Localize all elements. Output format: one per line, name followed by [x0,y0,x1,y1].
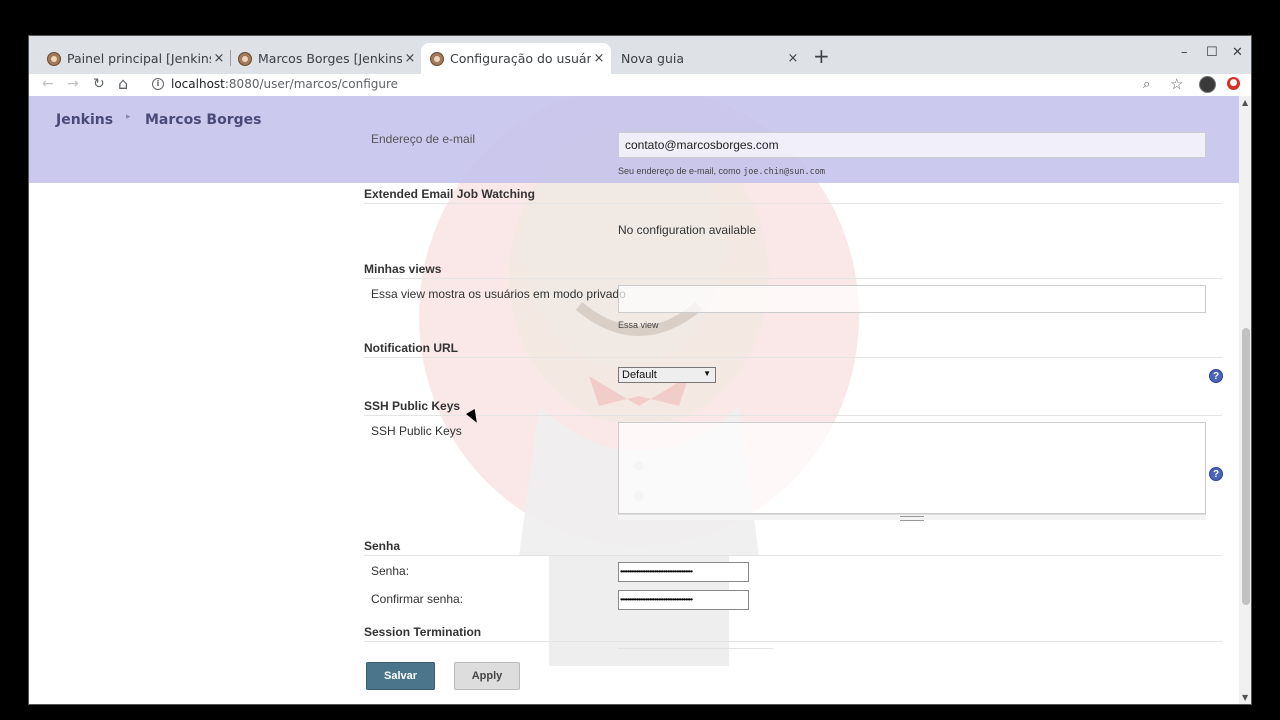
scrollbar-thumb[interactable] [1242,328,1250,605]
tab-title: Marcos Borges [Jenkins] [258,51,402,66]
help-icon[interactable]: ? [1209,369,1223,383]
page-content: Jenkins ▸ Marcos Borges Endereço de e-ma… [29,96,1251,704]
back-button[interactable]: ← [42,76,54,92]
extension-icon[interactable]: ● [1227,77,1240,90]
address-bar[interactable]: localhost:8080/user/marcos/configure [171,77,398,91]
tab-close-icon[interactable]: × [785,51,801,66]
apply-button[interactable]: Apply [454,662,520,690]
password-field[interactable]: •••••••••••••••••••••••••••••••••••••••• [618,562,749,582]
tab-painel-principal[interactable]: Painel principal [Jenkins] × [47,43,227,74]
forward-button[interactable]: → [67,76,79,92]
zoom-icon[interactable]: ⌕ [1143,77,1150,92]
section-ssh-public-keys: SSH Public Keys [364,399,461,413]
email-label: Endereço de e-mail [371,132,476,146]
confirm-password-field[interactable]: •••••••••••••••••••••••••••••••••••••••• [618,590,749,610]
minimize-button[interactable]: – [1181,45,1188,60]
url-host: localhost [171,77,225,91]
section-divider [364,357,1222,358]
dropdown-arrow-icon: ▼ [703,369,711,378]
scroll-up-icon[interactable]: ▲ [1242,98,1248,107]
email-hint: Seu endereço de e-mail, como joe.chin@su… [618,166,825,177]
jenkins-favicon-icon [430,51,444,66]
no-config-message: No configuration available [618,223,757,237]
star-icon[interactable]: ☆ [1170,75,1183,93]
tab-close-icon[interactable]: × [591,51,607,66]
help-icon[interactable]: ? [1209,467,1223,481]
breadcrumb-separator-icon: ▸ [126,112,131,122]
reload-button[interactable]: ↻ [93,76,105,92]
save-button[interactable]: Salvar [366,662,435,690]
url-path: :8080/user/marcos/configure [224,77,399,91]
section-notification-url: Notification URL [364,341,458,355]
tab-strip: Painel principal [Jenkins] × Marcos Borg… [29,36,1251,74]
ssh-keys-textarea[interactable] [618,422,1206,514]
jenkins-favicon-icon [238,51,252,66]
email-field[interactable]: contato@marcosborges.com [618,132,1206,158]
scroll-down-icon[interactable]: ▼ [1242,693,1248,702]
tab-title: Configuração do usuário [450,51,591,66]
address-toolbar: ← → ↻ ⌂ i localhost:8080/user/marcos/con… [29,74,1251,96]
section-divider [364,415,1222,416]
jenkins-favicon-icon [47,51,61,66]
user-config-form: Endereço de e-mail contato@marcosborges.… [29,96,1251,704]
ssh-keys-label: SSH Public Keys [371,424,462,438]
section-senha: Senha [364,539,401,553]
tab-title: Painel principal [Jenkins] [67,51,211,66]
breadcrumb-marcos-borges[interactable]: Marcos Borges [145,112,261,128]
tab-close-icon[interactable]: × [211,51,227,66]
session-placeholder-line [618,648,773,649]
section-divider [364,278,1222,279]
views-field[interactable] [618,285,1206,313]
email-hint-text: Seu endereço de e-mail, como [618,166,744,176]
maximize-button[interactable]: ☐ [1206,45,1218,60]
section-extended-email: Extended Email Job Watching [364,187,535,201]
views-hint: Essa view [618,320,659,330]
breadcrumb-jenkins[interactable]: Jenkins [56,112,113,128]
profile-avatar[interactable] [1199,76,1216,93]
tab-nova-guia[interactable]: Nova guia × [621,43,801,74]
tab-title: Nova guia [621,51,685,66]
section-divider [364,555,1222,556]
page-scrollbar[interactable]: ▲ ▼ [1239,96,1251,704]
tab-separator [230,50,231,66]
tab-configuracao-usuario[interactable]: Configuração do usuário × [421,43,611,74]
tab-marcos-borges[interactable]: Marcos Borges [Jenkins] × [238,43,418,74]
notification-url-select[interactable]: Default ▼ [618,367,716,383]
textarea-resize-handle[interactable] [618,514,1206,521]
tab-close-icon[interactable]: × [402,51,418,66]
browser-window: Painel principal [Jenkins] × Marcos Borg… [28,35,1252,705]
views-label: Essa view mostra os usuários em modo pri… [371,287,626,301]
site-info-icon[interactable]: i [152,78,164,90]
new-tab-button[interactable]: + [813,45,830,67]
email-hint-example: joe.chin@sun.com [743,167,825,177]
section-divider [364,641,1222,642]
confirm-password-label: Confirmar senha: [371,592,464,606]
close-window-button[interactable]: ✕ [1232,45,1243,60]
section-minhas-views: Minhas views [364,262,442,276]
password-label: Senha: [371,564,410,578]
home-button[interactable]: ⌂ [118,74,128,93]
section-session-termination: Session Termination [364,625,482,639]
notification-url-value: Default [622,369,657,381]
section-divider [364,203,1222,204]
